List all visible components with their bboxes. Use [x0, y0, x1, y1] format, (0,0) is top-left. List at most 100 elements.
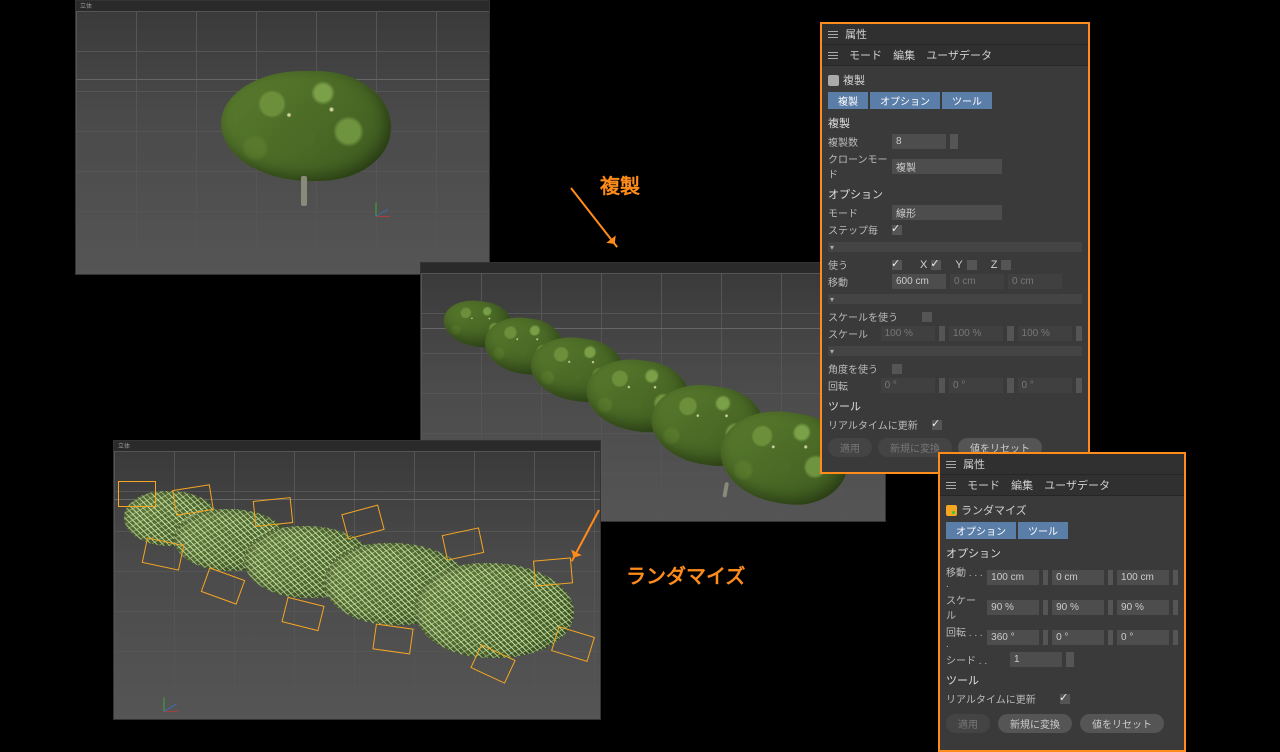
spinner-icon[interactable]: [939, 378, 945, 393]
tab-option[interactable]: オプション: [870, 92, 940, 109]
move-x-input[interactable]: [892, 274, 946, 289]
scale-label: スケール: [946, 592, 983, 622]
spinner-icon[interactable]: [1043, 570, 1048, 585]
menu-edit[interactable]: 編集: [893, 50, 915, 62]
move-label: 移動: [828, 274, 888, 289]
spinner-icon[interactable]: [1007, 326, 1013, 341]
tab-option[interactable]: オプション: [946, 522, 1016, 539]
reset-values-button[interactable]: 値をリセット: [1080, 714, 1164, 733]
mode-label: モード: [828, 205, 888, 220]
tree-trunk: [301, 176, 307, 206]
panel-title: 属性: [940, 454, 1184, 475]
use-label: 使う: [828, 257, 888, 272]
seed-input[interactable]: [1010, 652, 1062, 667]
scale-z-input[interactable]: [1117, 600, 1169, 615]
spinner-icon[interactable]: [1108, 630, 1113, 645]
collapse-toggle[interactable]: [828, 242, 1082, 252]
step-checkbox[interactable]: [892, 225, 902, 235]
spinner-icon[interactable]: [939, 326, 945, 341]
spinner-icon[interactable]: [1108, 600, 1113, 615]
realtime-checkbox[interactable]: [1060, 694, 1070, 704]
axis-z-checkbox[interactable]: [1001, 260, 1011, 270]
scale-y-input[interactable]: [949, 326, 1003, 341]
rot-use-checkbox[interactable]: [892, 364, 902, 374]
rot-label: 回転: [828, 378, 877, 393]
spinner-icon[interactable]: [1173, 600, 1178, 615]
axis-gizmo: [362, 202, 390, 230]
rot-p-input[interactable]: [949, 378, 1003, 393]
collapse-toggle[interactable]: [828, 294, 1082, 304]
object-name: ランダマイズ: [961, 502, 1027, 518]
apply-button[interactable]: 適用: [946, 714, 990, 733]
tab-tool[interactable]: ツール: [1018, 522, 1068, 539]
apply-button[interactable]: 適用: [828, 438, 872, 457]
mode-select[interactable]: [892, 205, 1002, 220]
scale-use-label: スケールを使う: [828, 309, 918, 324]
spinner-icon[interactable]: [1173, 570, 1178, 585]
tab-bar: 複製 オプション ツール: [828, 92, 1082, 109]
move-z-input[interactable]: [1117, 570, 1169, 585]
clonemode-select[interactable]: [892, 159, 1002, 174]
copies-input[interactable]: [892, 134, 946, 149]
viewport-single-tree: 立体: [75, 0, 490, 275]
menu-userdata[interactable]: ユーザデータ: [1044, 480, 1110, 492]
scale-z-input[interactable]: [1018, 326, 1072, 341]
spinner-icon[interactable]: [1066, 652, 1074, 667]
object-name: 複製: [843, 72, 865, 88]
panel-menubar: モード 編集 ユーザデータ: [822, 45, 1088, 66]
scale-use-checkbox[interactable]: [922, 312, 932, 322]
move-y-input[interactable]: [1052, 570, 1104, 585]
new-convert-button[interactable]: 新規に変換: [998, 714, 1072, 733]
rot-p-input[interactable]: [1052, 630, 1104, 645]
spinner-icon[interactable]: [1043, 630, 1048, 645]
attributes-panel-duplicate: 属性 モード 編集 ユーザデータ 複製 複製 オプション ツール 複製 複製数 …: [820, 22, 1090, 474]
menu-userdata[interactable]: ユーザデータ: [926, 50, 992, 62]
annotation-duplicate: 複製: [600, 170, 640, 199]
move-z-input[interactable]: [1008, 274, 1062, 289]
spinner-icon[interactable]: [1076, 326, 1082, 341]
section-tool: ツール: [828, 398, 1082, 414]
rot-h-input[interactable]: [987, 630, 1039, 645]
viewport-randomized-wireframe: 立体: [113, 440, 601, 720]
spinner-icon[interactable]: [1007, 378, 1013, 393]
move-label: 移動 . . . .: [946, 564, 983, 590]
scale-x-input[interactable]: [881, 326, 935, 341]
scale-x-input[interactable]: [987, 600, 1039, 615]
menu-mode[interactable]: モード: [967, 480, 1000, 492]
move-x-input[interactable]: [987, 570, 1039, 585]
realtime-checkbox[interactable]: [932, 420, 942, 430]
use-checkbox[interactable]: [892, 260, 902, 270]
section-option: オプション: [946, 545, 1178, 561]
menu-mode[interactable]: モード: [849, 50, 882, 62]
axis-z-label: Z: [991, 259, 998, 271]
seed-label: シード . .: [946, 652, 1006, 667]
spinner-icon[interactable]: [1173, 630, 1178, 645]
panel-title: 属性: [822, 24, 1088, 45]
spinner-icon[interactable]: [950, 134, 958, 149]
clonemode-label: クローンモード: [828, 151, 888, 181]
realtime-label: リアルタイムに更新: [828, 417, 928, 432]
rot-b-input[interactable]: [1018, 378, 1072, 393]
tab-duplicate[interactable]: 複製: [828, 92, 868, 109]
attributes-panel-randomize: 属性 モード 編集 ユーザデータ ランダマイズ オプション ツール オプション …: [938, 452, 1186, 752]
axis-x-checkbox[interactable]: [931, 260, 941, 270]
panel-menubar: モード 編集 ユーザデータ: [940, 475, 1184, 496]
spinner-icon[interactable]: [1043, 600, 1048, 615]
randomize-tool-icon: [946, 505, 957, 516]
scale-label: スケール: [828, 326, 877, 341]
spinner-icon[interactable]: [1108, 570, 1113, 585]
scale-y-input[interactable]: [1052, 600, 1104, 615]
spinner-icon[interactable]: [1076, 378, 1082, 393]
rot-use-label: 角度を使う: [828, 361, 888, 376]
move-y-input[interactable]: [950, 274, 1004, 289]
axis-y-label: Y: [955, 259, 962, 271]
section-duplicate: 複製: [828, 115, 1082, 131]
rot-label: 回転 . . . .: [946, 624, 983, 650]
tab-tool[interactable]: ツール: [942, 92, 992, 109]
axis-y-checkbox[interactable]: [967, 260, 977, 270]
rot-h-input[interactable]: [881, 378, 935, 393]
menu-edit[interactable]: 編集: [1011, 480, 1033, 492]
collapse-toggle[interactable]: [828, 346, 1082, 356]
rot-b-input[interactable]: [1117, 630, 1169, 645]
realtime-label: リアルタイムに更新: [946, 691, 1056, 706]
